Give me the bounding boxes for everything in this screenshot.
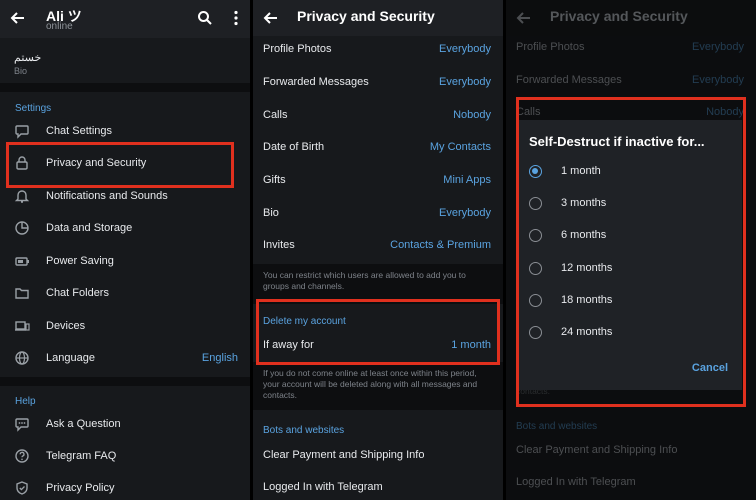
menu-item-label: Ask a Question (46, 418, 121, 430)
back-arrow-icon[interactable] (262, 9, 280, 27)
devices-icon (14, 318, 30, 334)
menu-item-label: Notifications and Sounds (46, 190, 168, 202)
settings-screen: Ali ツ online خستم Bio Settings Chat Sett… (0, 0, 250, 500)
menu-item-label: Power Saving (46, 255, 114, 267)
setting-label: Clear Payment and Shipping Info (263, 449, 425, 461)
menu-item-label: Privacy Policy (46, 482, 115, 494)
menu-item-devices[interactable]: Devices (0, 311, 250, 343)
privacy-header: Privacy and Security (253, 0, 503, 36)
help-circle-icon (14, 448, 30, 464)
bio-block[interactable]: خستم Bio (0, 44, 250, 80)
highlight-box (516, 97, 746, 407)
help-section-title: Help (15, 396, 36, 407)
setting-label: Profile Photos (263, 43, 332, 55)
setting-label: Forwarded Messages (263, 76, 369, 88)
setting-value: Everybody (439, 76, 491, 88)
setting-row-clear-payment[interactable]: Clear Payment and Shipping Info (253, 440, 503, 472)
setting-label: Bio (263, 207, 279, 219)
setting-row-invites[interactable]: Invites Contacts & Premium (253, 230, 503, 262)
bio-label: Bio (14, 66, 28, 76)
setting-row-profile-photos[interactable]: Profile Photos Everybody (253, 34, 503, 66)
shield-check-icon (14, 480, 30, 496)
setting-row-forwarded-messages[interactable]: Forwarded Messages Everybody (253, 67, 503, 99)
menu-item-label: Data and Storage (46, 222, 133, 234)
highlight-box (256, 299, 500, 365)
setting-row-bio[interactable]: Bio Everybody (253, 198, 503, 230)
folder-icon (14, 285, 30, 301)
setting-value: Everybody (439, 43, 491, 55)
menu-item-chat-folders[interactable]: Chat Folders (0, 278, 250, 310)
setting-value: Contacts & Premium (390, 239, 491, 251)
language-value: English (201, 352, 238, 364)
menu-item-telegram-faq[interactable]: Telegram FAQ (0, 441, 250, 473)
setting-label: Calls (263, 109, 288, 121)
menu-item-language[interactable]: Language English (0, 343, 250, 375)
privacy-security-screen: Privacy and Security Profile Photos Ever… (253, 0, 503, 500)
setting-row-date-of-birth[interactable]: Date of Birth My Contacts (253, 132, 503, 164)
settings-header: Ali ツ online (0, 0, 250, 38)
setting-label: Logged In with Telegram (263, 481, 383, 493)
bots-section-title: Bots and websites (263, 425, 345, 436)
setting-label: Date of Birth (263, 141, 325, 153)
setting-value: My Contacts (429, 141, 491, 153)
setting-value: Everybody (439, 207, 491, 219)
menu-item-label: Language (46, 352, 95, 364)
self-destruct-dialog-screen: Privacy and Security Profile Photos Ever… (506, 0, 756, 500)
bio-text: خستم (14, 52, 42, 64)
setting-row-logged-in[interactable]: Logged In with Telegram (253, 472, 503, 500)
menu-item-data-storage[interactable]: Data and Storage (0, 213, 250, 245)
menu-item-ask-question[interactable]: Ask a Question (0, 409, 250, 441)
chat-bubble-icon (14, 123, 30, 139)
menu-item-label: Telegram FAQ (46, 450, 117, 462)
user-status: online (46, 21, 73, 32)
globe-icon (14, 350, 30, 366)
divider (0, 83, 250, 92)
delete-account-note: If you do not come online at least once … (263, 368, 478, 400)
pie-chart-icon (14, 220, 30, 236)
menu-item-label: Devices (46, 320, 86, 332)
highlight-box (6, 142, 234, 188)
page-title: Privacy and Security (297, 8, 435, 24)
setting-row-gifts[interactable]: Gifts Mini Apps (253, 165, 503, 197)
chat-dots-icon (14, 416, 30, 432)
invites-note: You can restrict which users are allowed… (263, 270, 466, 291)
menu-item-power-saving[interactable]: Power Saving (0, 246, 250, 278)
more-vertical-icon[interactable] (227, 9, 245, 27)
search-icon[interactable] (196, 9, 214, 27)
back-arrow-icon[interactable] (9, 9, 27, 27)
setting-label: Invites (263, 239, 295, 251)
bell-icon (14, 188, 30, 204)
setting-value: Nobody (453, 109, 491, 121)
setting-value: Mini Apps (443, 174, 491, 186)
menu-item-label: Chat Settings (46, 125, 113, 137)
setting-row-calls[interactable]: Calls Nobody (253, 100, 503, 132)
setting-label: Gifts (263, 174, 286, 186)
settings-section-title: Settings (15, 103, 52, 114)
battery-icon (14, 253, 30, 269)
divider (0, 377, 250, 386)
menu-item-label: Chat Folders (46, 287, 109, 299)
menu-item-privacy-policy[interactable]: Privacy Policy (0, 473, 250, 500)
